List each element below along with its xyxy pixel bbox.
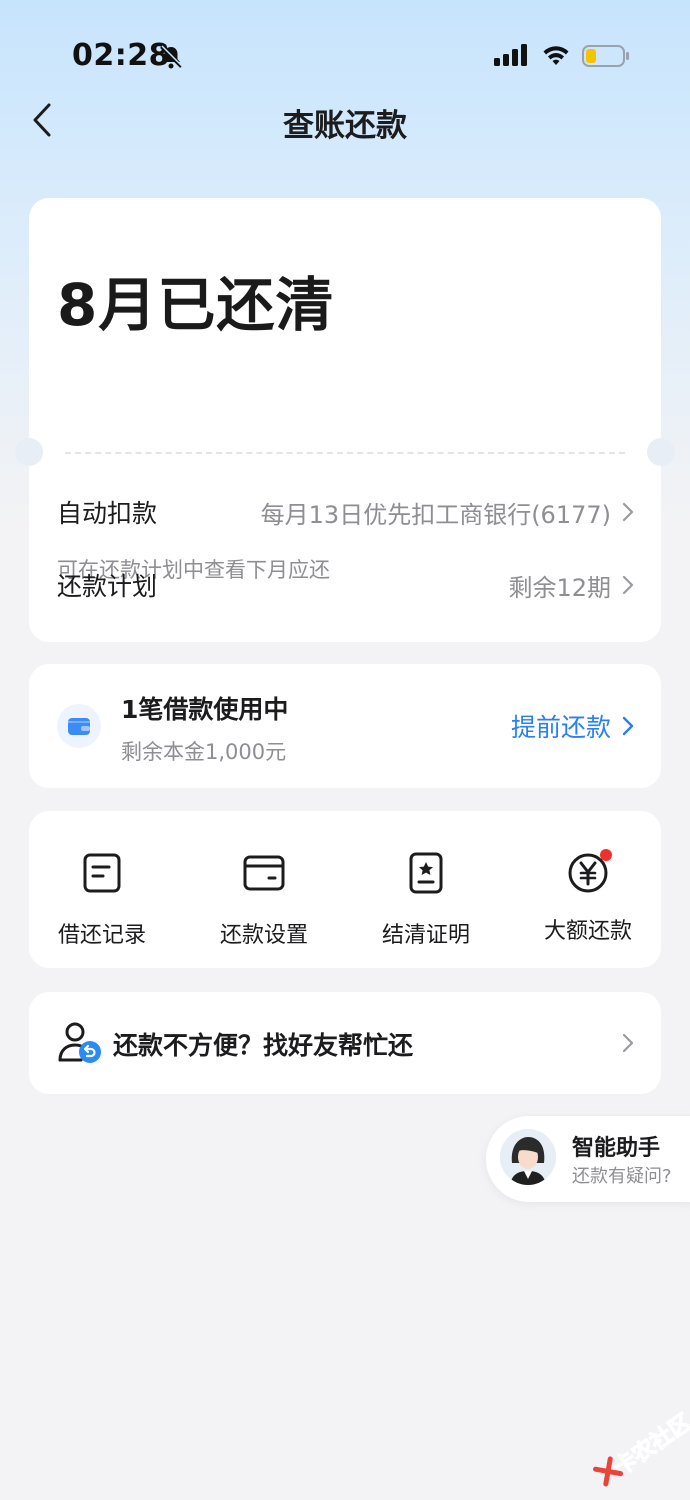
- card-settings-icon: [243, 855, 285, 891]
- repayment-plan-row[interactable]: 还款计划 剩余12期: [57, 565, 635, 605]
- assistant-avatar: [500, 1129, 556, 1185]
- status-time: 02:28: [72, 38, 170, 73]
- auto-debit-value: 每月13日优先扣工商银行(6177): [260, 500, 611, 529]
- watermark-logo: 卡农社区: [574, 1387, 690, 1500]
- loan-title: 1笔借款使用中: [121, 695, 289, 724]
- action-loan-records[interactable]: 借还记录: [29, 851, 175, 949]
- auto-debit-row[interactable]: 自动扣款 每月13日优先扣工商银行(6177): [57, 492, 635, 532]
- friend-help-text: 还款不方便？找好友帮忙还: [113, 1031, 414, 1060]
- active-loan-card: 1笔借款使用中 剩余本金1,000元 提前还款: [29, 664, 661, 788]
- quick-actions-card: 借还记录 还款设置 结清证明 大额还款: [29, 811, 661, 968]
- loan-remaining-principal: 剩余本金1,000元: [121, 740, 287, 764]
- wallet-icon-bg: [57, 704, 101, 748]
- certificate-icon: [409, 852, 443, 894]
- early-repayment-button[interactable]: 提前还款: [511, 708, 635, 744]
- card-notch-right: [647, 438, 675, 466]
- auto-debit-label: 自动扣款: [57, 499, 158, 528]
- assistant-title: 智能助手: [572, 1136, 661, 1161]
- action-label: 还款设置: [219, 923, 308, 948]
- friend-help-icon: [58, 1022, 101, 1063]
- status-bar: 02:28: [0, 0, 690, 110]
- watermark-text: 卡农社区: [609, 1409, 690, 1481]
- signal-icon: [494, 44, 527, 66]
- record-icon: [83, 853, 121, 893]
- card-notch-left: [15, 438, 43, 466]
- action-label: 借还记录: [57, 923, 146, 948]
- smart-assistant-button[interactable]: 智能助手 还款有疑问?: [486, 1116, 690, 1202]
- wifi-icon: [543, 46, 569, 65]
- repayment-status-card: 8月已还清 可在还款计划中查看下月应还 自动扣款 每月13日优先扣工商银行(61…: [15, 198, 675, 642]
- dashed-divider: [65, 452, 625, 454]
- action-settlement-certificate[interactable]: 结清证明: [353, 851, 499, 949]
- repayment-status-title: 8月已还清: [57, 271, 335, 339]
- page-title: 查账还款: [283, 108, 407, 144]
- friend-help-card[interactable]: 还款不方便？找好友帮忙还: [29, 992, 661, 1094]
- notification-badge: [600, 849, 612, 861]
- action-repayment-settings[interactable]: 还款设置: [191, 851, 337, 949]
- chevron-right-icon: [622, 1033, 634, 1053]
- repayment-plan-label: 还款计划: [57, 572, 158, 601]
- chevron-right-icon: [622, 502, 634, 522]
- battery-icon: [582, 45, 629, 67]
- chevron-right-icon: [622, 716, 634, 736]
- assistant-avatar-image: [500, 1129, 556, 1185]
- bell-off-icon: [160, 45, 183, 69]
- action-label: 大额还款: [543, 919, 632, 944]
- action-large-repayment[interactable]: 大额还款: [515, 849, 661, 945]
- wallet-icon: [68, 718, 90, 735]
- chevron-right-icon: [622, 575, 634, 595]
- assistant-subtitle: 还款有疑问?: [572, 1166, 672, 1187]
- action-label: 结清证明: [381, 923, 470, 948]
- early-repayment-label: 提前还款: [510, 713, 611, 742]
- repayment-plan-value: 剩余12期: [508, 573, 611, 602]
